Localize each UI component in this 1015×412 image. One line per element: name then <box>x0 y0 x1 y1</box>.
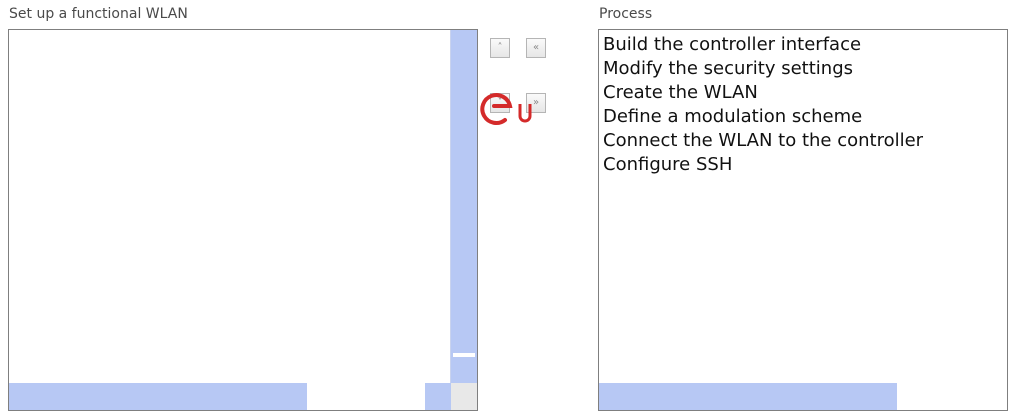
chevron-down-icon: ˅ <box>497 97 503 108</box>
chevron-up-icon: ˄ <box>497 42 503 53</box>
process-item[interactable]: Modify the security settings <box>603 57 1007 81</box>
move-down-button[interactable]: ˅ <box>490 93 510 113</box>
move-left-button[interactable]: « <box>526 38 546 58</box>
process-list: Build the controller interface Modify th… <box>599 30 1007 177</box>
process-item[interactable]: Connect the WLAN to the controller <box>603 129 1007 153</box>
vertical-scrollbar[interactable] <box>450 30 477 383</box>
left-list-caption: Set up a functional WLAN <box>9 6 188 22</box>
move-right-button[interactable]: » <box>526 93 546 113</box>
move-up-button[interactable]: ˄ <box>490 38 510 58</box>
double-chevron-right-icon: » <box>532 97 540 108</box>
horizontal-scrollbar[interactable] <box>599 383 1007 410</box>
horizontal-scrollbar[interactable] <box>9 383 453 410</box>
scrollbar-thumb[interactable] <box>9 383 307 410</box>
right-list-caption: Process <box>599 6 653 22</box>
process-item[interactable]: Configure SSH <box>603 153 1007 177</box>
scrollbar-grip[interactable] <box>453 353 475 357</box>
process-item[interactable]: Create the WLAN <box>603 81 1007 105</box>
scrollbar-thumb-end[interactable] <box>425 383 453 410</box>
process-item[interactable]: Define a modulation scheme <box>603 105 1007 129</box>
answer-listbox[interactable] <box>8 29 478 411</box>
process-listbox[interactable]: Build the controller interface Modify th… <box>598 29 1008 411</box>
scrollbar-thumb[interactable] <box>599 383 897 410</box>
scrollbar-corner <box>451 383 477 410</box>
process-item[interactable]: Build the controller interface <box>603 33 1007 57</box>
double-chevron-left-icon: « <box>532 42 540 53</box>
